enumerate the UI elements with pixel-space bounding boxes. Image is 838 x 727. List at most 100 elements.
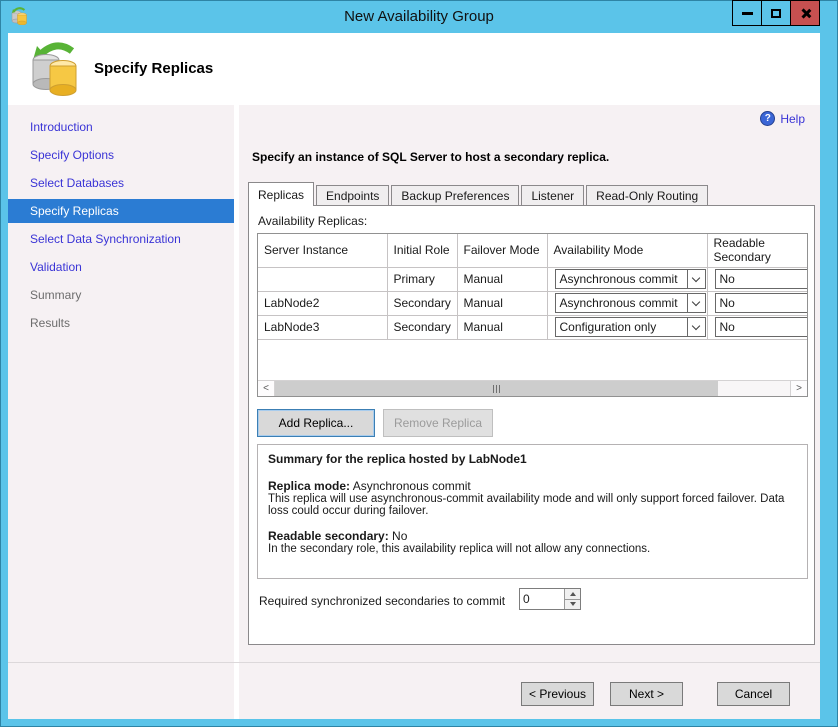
table-header-row: Server Instance Initial Role Failover Mo… xyxy=(258,234,808,267)
scrollbar-thumb[interactable] xyxy=(275,381,718,396)
cell-role[interactable]: Secondary xyxy=(387,315,457,339)
cell-failover[interactable]: Manual xyxy=(457,291,547,315)
maximize-button[interactable] xyxy=(761,0,791,26)
summary-title: Summary for the replica hosted by LabNod… xyxy=(268,452,797,466)
readable-secondary-line: Readable secondary: No xyxy=(268,529,797,543)
scrollbar-grip-icon xyxy=(493,385,500,393)
sidebar-item-summary: Summary xyxy=(8,281,234,309)
replica-databases-icon xyxy=(30,41,82,97)
minimize-icon xyxy=(742,12,753,15)
previous-button[interactable]: < Previous xyxy=(521,682,594,706)
spinner-buttons xyxy=(564,589,580,609)
col-failover-mode: Failover Mode xyxy=(457,234,547,267)
replica-mode-description: This replica will use asynchronous-commi… xyxy=(268,493,797,517)
availability-mode-dropdown[interactable]: Asynchronous commit xyxy=(555,269,706,289)
cell-role[interactable]: Primary xyxy=(387,267,457,291)
spin-down-icon xyxy=(570,602,576,606)
spin-up-icon xyxy=(570,592,576,596)
sidebar-item-select-databases[interactable]: Select Databases xyxy=(8,169,234,197)
availability-replicas-grid: Server Instance Initial Role Failover Mo… xyxy=(257,233,808,397)
help-link[interactable]: ? Help xyxy=(760,111,805,126)
sidebar-item-introduction[interactable]: Introduction xyxy=(8,113,234,141)
scroll-right-button[interactable]: > xyxy=(790,381,807,396)
col-server-instance: Server Instance xyxy=(258,234,387,267)
scrollbar-track[interactable] xyxy=(275,381,790,396)
add-replica-button[interactable]: Add Replica... xyxy=(257,409,375,437)
dialog-window: New Availability Group Specify Replicas xyxy=(0,0,838,727)
wizard-header: Specify Replicas xyxy=(8,33,820,105)
sidebar-item-validation[interactable]: Validation xyxy=(8,253,234,281)
readable-secondary-dropdown[interactable]: No xyxy=(715,293,809,313)
required-secondaries-label: Required synchronized secondaries to com… xyxy=(259,594,505,608)
footer-buttons: < Previous Next > Cancel xyxy=(521,682,790,706)
cancel-button[interactable]: Cancel xyxy=(717,682,790,706)
sidebar-item-select-data-synchronization[interactable]: Select Data Synchronization xyxy=(8,225,234,253)
horizontal-scrollbar[interactable]: < > xyxy=(258,380,807,396)
readable-secondary-dropdown[interactable]: No xyxy=(715,317,809,337)
close-icon xyxy=(800,8,811,19)
window-title: New Availability Group xyxy=(0,8,838,25)
cell-readable-secondary: No xyxy=(707,315,808,339)
table-row: LabNode2 Secondary Manual Asynchronous c… xyxy=(258,291,808,315)
scroll-right-icon: > xyxy=(796,383,802,394)
spin-down-button[interactable] xyxy=(565,600,580,610)
titlebar[interactable]: New Availability Group xyxy=(0,0,838,33)
tab-endpoints[interactable]: Endpoints xyxy=(316,185,389,206)
tab-replicas[interactable]: Replicas xyxy=(248,182,314,206)
availability-mode-dropdown[interactable]: Asynchronous commit xyxy=(555,293,706,313)
tab-strip: Replicas Endpoints Backup Preferences Li… xyxy=(248,182,710,206)
page-title: Specify Replicas xyxy=(94,60,213,77)
grid-caption: Availability Replicas: xyxy=(258,214,367,228)
replicas-tab-panel: Availability Replicas: Server Instance I… xyxy=(248,205,815,645)
replica-mode-line: Replica mode: Asynchronous commit xyxy=(268,479,797,493)
minimize-button[interactable] xyxy=(732,0,762,26)
cell-server-labnode3[interactable]: LabNode3 xyxy=(258,315,387,339)
replica-summary-box: Summary for the replica hosted by LabNod… xyxy=(257,444,808,579)
chevron-down-icon[interactable] xyxy=(687,318,705,336)
cell-server-labnode1[interactable]: LabNode1 xyxy=(258,267,387,291)
readable-secondary-dropdown[interactable]: No xyxy=(715,269,809,289)
spin-up-button[interactable] xyxy=(565,589,580,600)
dropdown-value: Asynchronous commit xyxy=(556,272,687,286)
scroll-left-button[interactable]: < xyxy=(258,381,275,396)
cell-readable-secondary: No xyxy=(707,267,808,291)
availability-mode-dropdown[interactable]: Configuration only xyxy=(555,317,706,337)
cell-role[interactable]: Secondary xyxy=(387,291,457,315)
readable-secondary-description: In the secondary role, this availability… xyxy=(268,543,797,555)
cell-failover[interactable]: Manual xyxy=(457,315,547,339)
dialog-body: Introduction Specify Options Select Data… xyxy=(8,105,820,719)
cell-availability-mode: Configuration only xyxy=(547,315,707,339)
dropdown-value: Asynchronous commit xyxy=(556,296,687,310)
tab-backup-preferences[interactable]: Backup Preferences xyxy=(391,185,519,206)
required-secondaries-row: Required synchronized secondaries to com… xyxy=(259,590,818,612)
readable-secondary-value: No xyxy=(389,529,408,543)
required-secondaries-input[interactable] xyxy=(520,589,564,609)
col-initial-role: Initial Role xyxy=(387,234,457,267)
maximize-icon xyxy=(771,9,781,18)
chevron-down-icon[interactable] xyxy=(687,270,705,288)
readable-secondary-label: Readable secondary: xyxy=(268,529,389,543)
sidebar-divider xyxy=(234,105,239,719)
sidebar-item-specify-replicas[interactable]: Specify Replicas xyxy=(8,199,234,223)
cell-failover[interactable]: Manual xyxy=(457,267,547,291)
col-readable-secondary: Readable Secondary xyxy=(707,234,808,267)
dropdown-value: No xyxy=(716,272,809,286)
table-row: LabNode1 Primary Manual Asynchronous com… xyxy=(258,267,808,291)
tab-read-only-routing[interactable]: Read-Only Routing xyxy=(586,185,708,206)
next-button[interactable]: Next > xyxy=(610,682,683,706)
wizard-steps-nav: Introduction Specify Options Select Data… xyxy=(8,113,234,337)
required-secondaries-spinner[interactable] xyxy=(519,588,581,610)
cell-server-labnode2[interactable]: LabNode2 xyxy=(258,291,387,315)
footer-divider xyxy=(8,662,820,663)
replicas-table: Server Instance Initial Role Failover Mo… xyxy=(258,234,808,340)
close-button[interactable] xyxy=(790,0,820,26)
replica-mode-label: Replica mode: xyxy=(268,479,350,493)
sidebar-item-results: Results xyxy=(8,309,234,337)
chevron-down-icon[interactable] xyxy=(687,294,705,312)
cell-readable-secondary: No xyxy=(707,291,808,315)
sidebar-item-specify-options[interactable]: Specify Options xyxy=(8,141,234,169)
tab-listener[interactable]: Listener xyxy=(521,185,584,206)
dropdown-value: No xyxy=(716,320,809,334)
dropdown-value: Configuration only xyxy=(556,320,687,334)
cell-availability-mode: Asynchronous commit xyxy=(547,291,707,315)
